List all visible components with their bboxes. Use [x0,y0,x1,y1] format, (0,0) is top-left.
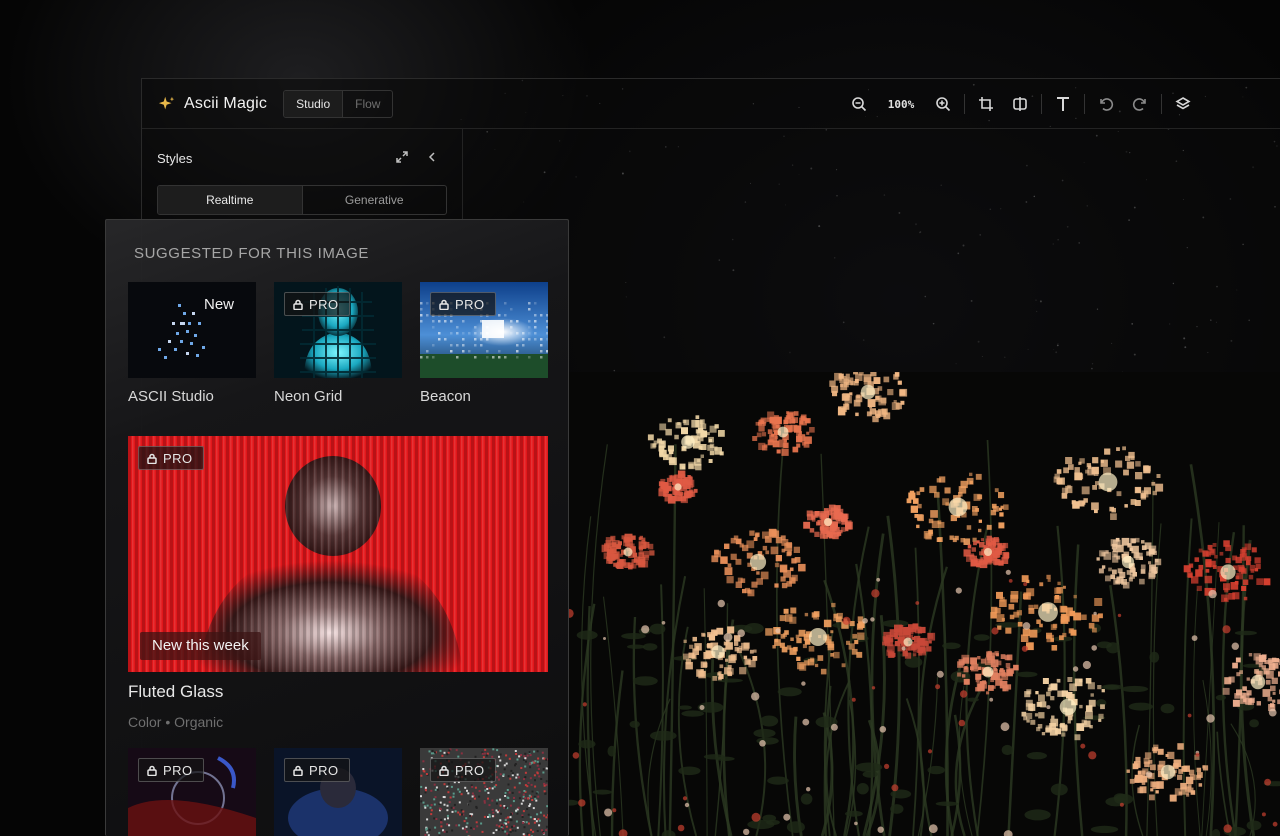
undo-icon [1100,98,1114,111]
text-button[interactable] [1046,87,1080,121]
redo-icon [1132,98,1146,111]
mode-switch: Studio Flow [283,89,394,118]
undo-button[interactable] [1089,87,1123,121]
style-thumb-neon-grid[interactable]: PRO [274,282,402,378]
top-bar: Ascii Magic Studio Flow 100% [142,79,1280,129]
tab-generative[interactable]: Generative [303,186,447,214]
toolbar: 100% [842,79,1200,129]
featured-style-fluted-glass[interactable]: PRO New this week [128,436,548,672]
sparkle-icon [158,96,175,109]
crop-icon [979,97,993,111]
expand-icon [396,151,408,163]
layers-button[interactable] [1166,87,1200,121]
new-badge: New [203,296,234,313]
pro-badge: PRO [138,446,204,470]
lock-icon [439,765,449,776]
pro-badge: PRO [284,292,350,316]
featured-style-title: Fluted Glass [128,682,224,701]
zoom-out-button[interactable] [842,87,876,121]
pro-badge: PRO [430,758,496,782]
style-label: ASCII Studio [128,388,214,405]
toolbar-divider [964,94,965,114]
lock-icon [293,765,303,776]
style-thumb[interactable]: PRO [420,748,548,836]
style-thumb[interactable]: PRO [128,748,256,836]
toolbar-divider [1084,94,1085,114]
pro-badge-label: PRO [309,296,339,312]
tab-studio[interactable]: Studio [284,90,344,117]
tab-realtime[interactable]: Realtime [158,186,303,214]
toolbar-divider [1041,94,1042,114]
lock-icon [439,299,449,310]
layers-icon [1175,97,1191,110]
zoom-in-icon [936,97,951,112]
pro-badge: PRO [284,758,350,782]
toolbar-divider [1161,94,1162,114]
style-label: Neon Grid [274,388,343,405]
brand: Ascii Magic [158,95,267,113]
pro-badge: PRO [430,292,496,316]
pro-badge-label: PRO [309,762,339,778]
chevron-left-icon [428,152,435,162]
compare-button[interactable] [1003,87,1037,121]
styles-panel: Styles Realtime Generative [142,129,463,221]
new-this-week-tag: New this week [140,632,261,660]
ascii-preview [158,304,205,359]
styles-title: Styles [157,151,193,166]
style-thumb[interactable]: PRO [274,748,402,836]
tab-flow[interactable]: Flow [343,91,392,117]
pro-badge-label: PRO [455,762,485,778]
redo-button[interactable] [1123,87,1157,121]
style-thumb-beacon[interactable]: PRO [420,282,548,378]
zoom-level[interactable]: 100% [876,98,926,111]
suggested-styles-panel: SUGGESTED FOR THIS IMAGE New ASCII Studi… [105,219,569,836]
crop-button[interactable] [969,87,1003,121]
style-type-tabs: Realtime Generative [157,185,447,215]
expand-button[interactable] [394,149,410,165]
collapse-button[interactable] [424,149,440,165]
pro-badge-label: PRO [163,450,193,466]
lock-icon [293,299,303,310]
style-label: Beacon [420,388,471,405]
pro-badge: PRO [138,758,204,782]
app-name: Ascii Magic [184,94,268,112]
featured-style-meta: Color • Organic [128,714,224,730]
style-thumb-ascii-studio[interactable]: New [128,282,256,378]
image-canvas[interactable] [568,372,1280,836]
lock-icon [147,453,157,464]
zoom-in-button[interactable] [926,87,960,121]
flower-image [568,372,1280,836]
pro-badge-label: PRO [163,762,193,778]
panel-controls [394,149,440,165]
text-icon [1057,97,1069,111]
lock-icon [147,765,157,776]
pro-badge-label: PRO [455,296,485,312]
suggested-heading: SUGGESTED FOR THIS IMAGE [134,245,369,262]
compare-icon [1013,97,1027,111]
zoom-out-icon [852,97,867,112]
